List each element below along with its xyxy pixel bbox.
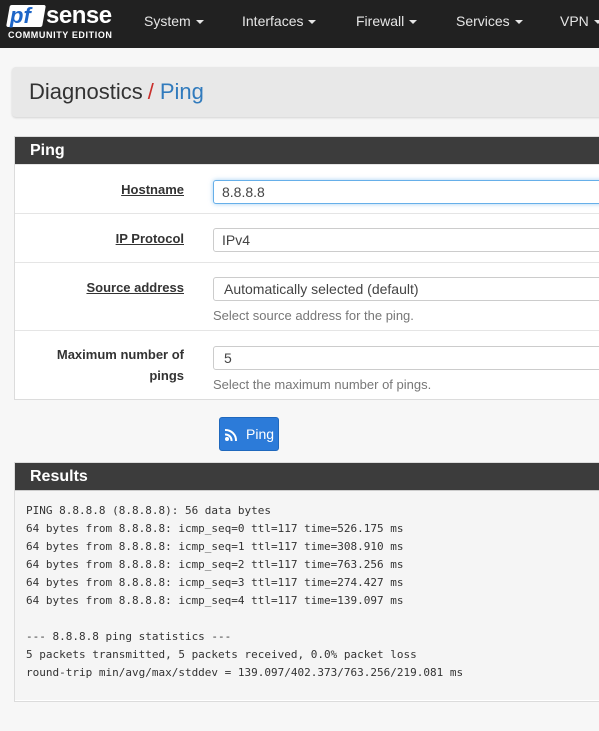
page-title: Diagnostics / Ping: [29, 79, 204, 105]
nav-system[interactable]: System: [144, 0, 204, 48]
result-line: 64 bytes from 8.8.8.8: icmp_seq=2 ttl=11…: [26, 558, 404, 571]
nav-vpn[interactable]: VPN: [560, 0, 599, 48]
nav-interfaces[interactable]: Interfaces: [242, 0, 317, 48]
source-address-select[interactable]: Automatically selected (default): [213, 277, 599, 301]
nav-services[interactable]: Services: [456, 0, 523, 48]
ping-panel: Ping Hostname 8.8.8.8 IP Protocol IPv4 S…: [14, 136, 599, 400]
rss-icon: [224, 429, 237, 442]
breadcrumb-separator: /: [147, 79, 154, 104]
nav-vpn-label: VPN: [560, 13, 589, 29]
max-pings-help: Select the maximum number of pings.: [213, 377, 432, 392]
nav-system-label: System: [144, 13, 191, 29]
source-address-row: Source address Automatically selected (d…: [15, 262, 599, 330]
logo-edition-text: COMMUNITY EDITION: [8, 30, 113, 40]
max-pings-select[interactable]: 5: [213, 346, 599, 370]
result-line: PING 8.8.8.8 (8.8.8.8): 56 data bytes: [26, 504, 272, 517]
results-output: PING 8.8.8.8 (8.8.8.8): 56 data bytes 64…: [15, 490, 599, 700]
result-line: --- 8.8.8.8 ping statistics ---: [26, 630, 232, 643]
hostname-input[interactable]: 8.8.8.8: [213, 180, 599, 204]
hostname-row: Hostname 8.8.8.8: [15, 164, 599, 213]
nav-firewall-label: Firewall: [356, 13, 405, 29]
caret-down-icon: [514, 20, 523, 25]
nav-services-label: Services: [456, 13, 510, 29]
logo-sense-text: sense: [46, 2, 112, 29]
breadcrumb-current[interactable]: Ping: [160, 79, 204, 104]
results-panel: Results PING 8.8.8.8 (8.8.8.8): 56 data …: [14, 462, 599, 702]
result-line: 64 bytes from 8.8.8.8: icmp_seq=0 ttl=11…: [26, 522, 404, 535]
result-line: 64 bytes from 8.8.8.8: icmp_seq=4 ttl=11…: [26, 594, 404, 607]
result-line: 64 bytes from 8.8.8.8: icmp_seq=1 ttl=11…: [26, 540, 404, 553]
ip-protocol-label: IP Protocol: [115, 231, 184, 246]
caret-down-icon: [308, 20, 317, 25]
breadcrumb-parent[interactable]: Diagnostics: [29, 79, 143, 104]
max-pings-label: Maximum number of pings: [57, 344, 184, 386]
nav-firewall[interactable]: Firewall: [356, 0, 418, 48]
max-pings-label-line2: pings: [149, 368, 184, 383]
breadcrumb: Diagnostics / Ping: [12, 67, 599, 117]
caret-down-icon: [593, 20, 599, 25]
ip-protocol-row: IP Protocol IPv4: [15, 213, 599, 262]
nav-interfaces-label: Interfaces: [242, 13, 304, 29]
caret-down-icon: [195, 20, 204, 25]
logo-pf-text: pf: [10, 3, 31, 28]
source-address-help: Select source address for the ping.: [213, 308, 414, 323]
top-navbar: pf sense COMMUNITY EDITION System Interf…: [0, 0, 599, 48]
ping-button[interactable]: Ping: [219, 417, 279, 451]
result-line: 5 packets transmitted, 5 packets receive…: [26, 648, 417, 661]
max-pings-label-line1: Maximum number of: [56, 347, 184, 362]
max-pings-row: Maximum number of pings 5 Select the max…: [15, 330, 599, 400]
ping-panel-title: Ping: [15, 137, 599, 164]
result-line: round-trip min/avg/max/stddev = 139.097/…: [26, 666, 464, 679]
ip-protocol-select[interactable]: IPv4: [213, 228, 599, 252]
ping-button-label: Ping: [246, 426, 275, 442]
results-panel-title: Results: [15, 463, 599, 490]
caret-down-icon: [409, 20, 418, 25]
source-address-label: Source address: [86, 280, 184, 295]
logo-pf-badge: pf: [6, 3, 46, 28]
hostname-label: Hostname: [121, 182, 184, 197]
result-line: 64 bytes from 8.8.8.8: icmp_seq=3 ttl=11…: [26, 576, 404, 589]
pfsense-logo[interactable]: pf sense COMMUNITY EDITION: [6, 2, 118, 43]
